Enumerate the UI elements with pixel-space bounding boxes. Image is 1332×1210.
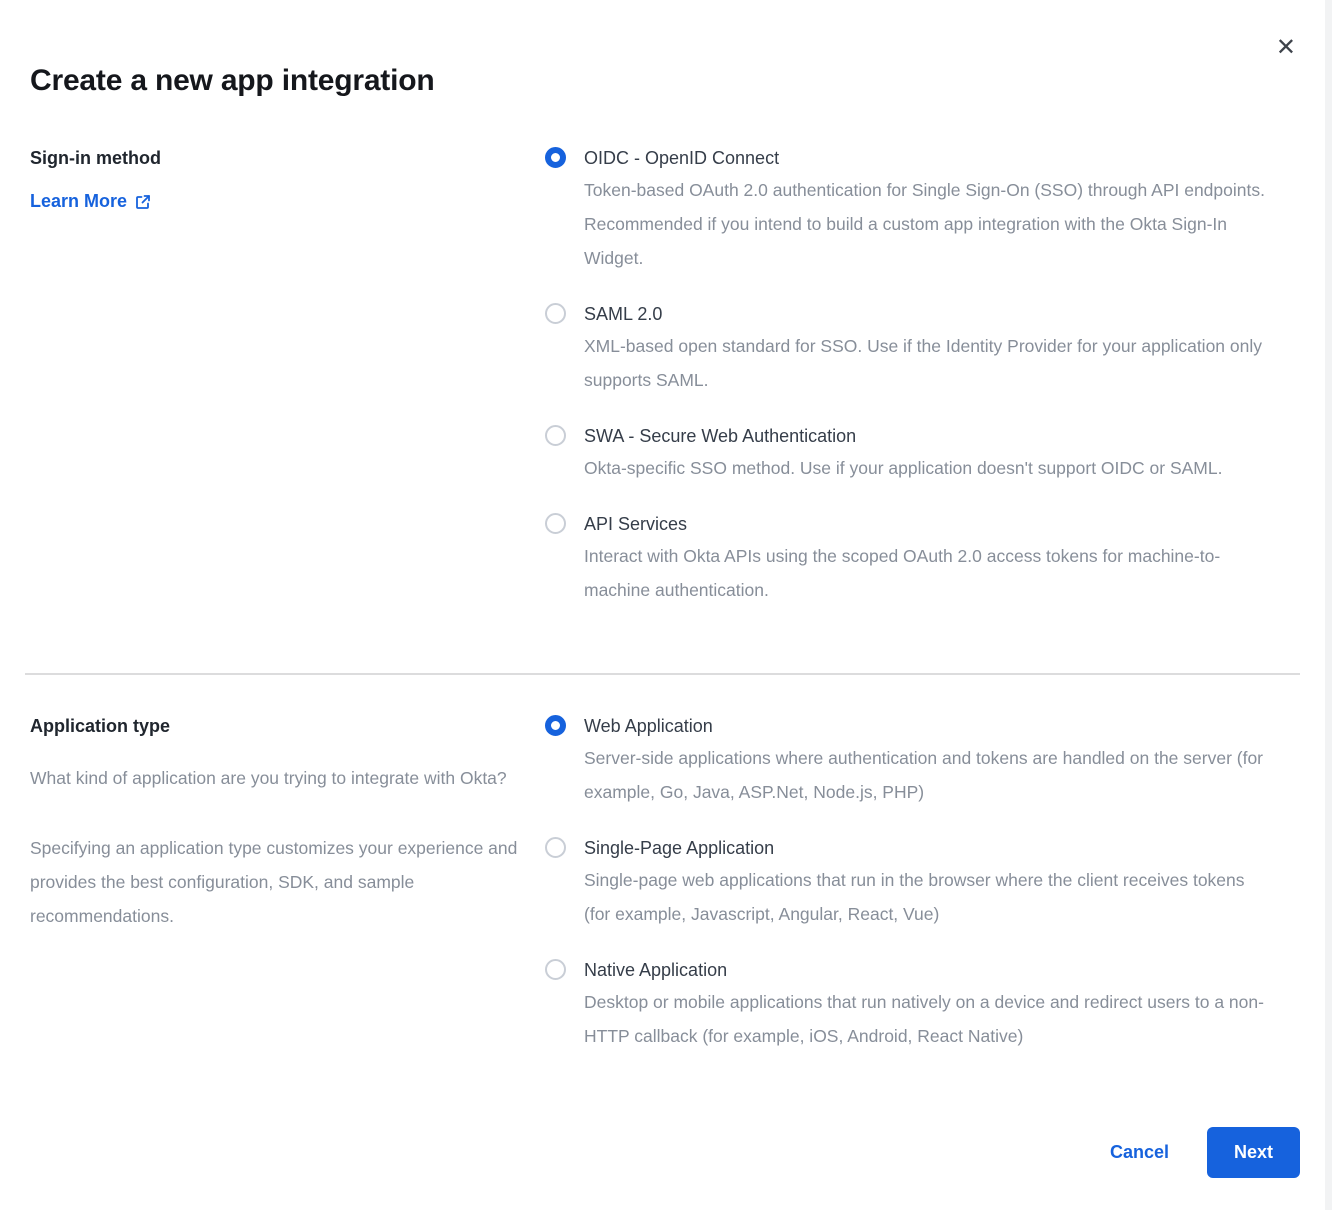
application-type-description-1: What kind of application are you trying … [30,761,525,795]
learn-more-link[interactable]: Learn More [30,191,151,212]
application-type-heading: Application type [30,713,525,739]
radio-swa[interactable] [545,425,566,446]
application-type-section: Application type What kind of applicatio… [30,713,1300,1079]
signin-option-label[interactable]: SAML 2.0 [584,301,1265,327]
signin-method-heading: Sign-in method [30,145,525,171]
close-icon[interactable]: ✕ [1276,36,1296,60]
radio-oidc[interactable] [545,147,566,168]
signin-option-description: Token-based OAuth 2.0 authentication for… [584,173,1265,275]
apptype-option-description: Single-page web applications that run in… [584,863,1265,931]
signin-option-saml: SAML 2.0 XML-based open standard for SSO… [545,301,1265,397]
radio-native-application[interactable] [545,959,566,980]
application-type-description-2: Specifying an application type customize… [30,831,525,933]
signin-option-description: Interact with Okta APIs using the scoped… [584,539,1265,607]
dialog-title: Create a new app integration [30,62,1300,99]
apptype-option-description: Server-side applications where authentic… [584,741,1265,809]
signin-option-description: XML-based open standard for SSO. Use if … [584,329,1265,397]
signin-option-api-services: API Services Interact with Okta APIs usi… [545,511,1265,607]
radio-web-application[interactable] [545,715,566,736]
apptype-option-label[interactable]: Native Application [584,957,1265,983]
learn-more-label: Learn More [30,191,127,212]
signin-option-label[interactable]: API Services [584,511,1265,537]
signin-option-label[interactable]: SWA - Secure Web Authentication [584,423,1222,449]
signin-method-section: Sign-in method Learn More OIDC - OpenID … [30,145,1300,633]
radio-saml[interactable] [545,303,566,324]
apptype-option-web: Web Application Server-side applications… [545,713,1265,809]
apptype-option-description: Desktop or mobile applications that run … [584,985,1265,1053]
radio-single-page-application[interactable] [545,837,566,858]
signin-option-label[interactable]: OIDC - OpenID Connect [584,145,1265,171]
apptype-option-spa: Single-Page Application Single-page web … [545,835,1265,931]
create-app-integration-dialog: ✕ Create a new app integration Sign-in m… [0,0,1332,1210]
scrollbar-track[interactable] [1325,0,1332,1210]
signin-option-oidc: OIDC - OpenID Connect Token-based OAuth … [545,145,1265,275]
apptype-option-label[interactable]: Single-Page Application [584,835,1265,861]
next-button[interactable]: Next [1207,1127,1300,1178]
cancel-button[interactable]: Cancel [1110,1142,1169,1163]
apptype-option-native: Native Application Desktop or mobile app… [545,957,1265,1053]
section-divider [25,673,1300,675]
radio-api-services[interactable] [545,513,566,534]
dialog-footer: Cancel Next [30,1127,1300,1178]
external-link-icon [135,194,151,210]
signin-option-description: Okta-specific SSO method. Use if your ap… [584,451,1222,485]
signin-option-swa: SWA - Secure Web Authentication Okta-spe… [545,423,1265,485]
apptype-option-label[interactable]: Web Application [584,713,1265,739]
